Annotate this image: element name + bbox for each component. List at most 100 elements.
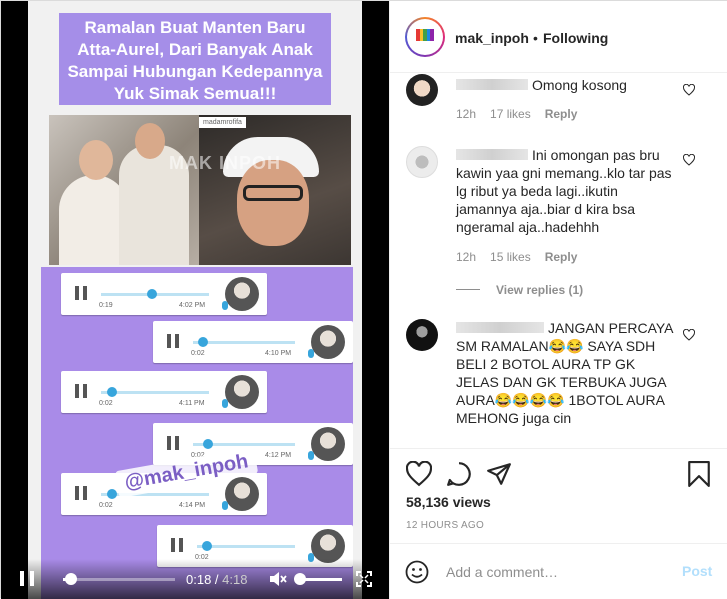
avatar <box>311 529 345 563</box>
comment-likes[interactable]: 15 likes <box>490 250 531 264</box>
mic-icon <box>308 349 314 358</box>
voice-note-knob <box>106 387 117 397</box>
comment-icon[interactable] <box>446 461 472 487</box>
comment-meta: 12h 17 likes Reply <box>456 107 591 121</box>
bookmark-icon[interactable] <box>686 461 712 487</box>
caption-line: Yuk Simak Semua!!! <box>113 84 277 103</box>
volume-handle[interactable] <box>294 573 306 585</box>
heart-icon[interactable] <box>683 84 695 96</box>
volume-slider[interactable] <box>294 573 342 585</box>
reply-button[interactable]: Reply <box>545 107 578 121</box>
couple-photo: madamrofifa MAK INPOH <box>49 115 351 265</box>
time-separator: / <box>211 572 223 587</box>
voice-note-bubble: 0:02 4:11 PM <box>61 371 267 413</box>
header-username[interactable]: mak_inpoh <box>455 30 529 46</box>
avatar <box>225 277 259 311</box>
total-time: 4:18 <box>222 572 248 587</box>
seek-handle[interactable] <box>64 573 77 585</box>
pause-icon <box>167 334 179 348</box>
voice-note-track <box>193 341 295 344</box>
voice-note-knob <box>106 489 117 499</box>
post-video[interactable]: Ramalan Buat Manten Baru Atta-Aurel, Dar… <box>1 1 389 599</box>
commenter-username[interactable] <box>456 149 528 160</box>
wedding-photo <box>49 115 199 265</box>
post-comment-button[interactable]: Post <box>682 563 712 579</box>
voice-note-track <box>101 493 209 496</box>
mic-icon <box>222 301 228 310</box>
voice-note-bubble: 0:19 4:02 PM <box>61 273 267 315</box>
photo-watermark: MAK INPOH <box>169 153 281 173</box>
post-sidebar: mak_inpoh • Following Omong kosong 12h 17… <box>389 1 727 599</box>
heart-icon[interactable] <box>683 329 695 341</box>
pause-icon <box>75 384 87 398</box>
post-header: mak_inpoh • Following <box>390 1 727 73</box>
comment-text: JANGAN PERCAYA SM RAMALAN😂😂 SAYA SDH BEL… <box>456 320 673 426</box>
comments-list[interactable]: Omong kosong 12h 17 likes Reply Ini omonga… <box>390 74 727 448</box>
tv-logo-icon <box>416 29 434 41</box>
voice-note-knob <box>201 541 212 551</box>
pause-icon[interactable] <box>20 571 34 586</box>
voice-note-duration: 0:19 <box>99 302 113 309</box>
header-dot: • <box>533 30 538 46</box>
comment-input[interactable] <box>446 560 666 584</box>
voice-note-duration: 0:02 <box>99 502 113 509</box>
pause-icon <box>75 486 87 500</box>
video-time: 0:18 / 4:18 <box>186 572 247 587</box>
avatar <box>225 375 259 409</box>
share-icon[interactable] <box>486 461 512 487</box>
avatar <box>311 325 345 359</box>
voice-note-track <box>101 391 209 394</box>
voice-note-chat: 0:19 4:02 PM 0:02 4:10 PM 0:02 4:11 PM 0:02 4:1… <box>41 267 353 599</box>
view-count[interactable]: 58,136 views <box>406 494 491 510</box>
emoji-icon[interactable] <box>405 560 429 584</box>
comment-age: 12h <box>456 250 477 264</box>
heart-icon[interactable] <box>683 154 695 166</box>
voice-note-time: 4:10 PM <box>265 350 292 357</box>
voice-note-bubble: 0:02 4:10 PM <box>153 321 353 363</box>
post-actions: 58,136 views 12 HOURS AGO <box>390 448 727 543</box>
voice-note-knob <box>198 337 209 347</box>
commenter-username[interactable] <box>456 322 544 333</box>
commenter-avatar[interactable] <box>406 146 438 178</box>
voice-note-knob <box>146 289 157 299</box>
video-frame: Ramalan Buat Manten Baru Atta-Aurel, Dar… <box>28 1 362 599</box>
mic-icon <box>222 501 228 510</box>
heart-icon[interactable] <box>406 461 432 487</box>
mic-icon <box>222 399 228 408</box>
commenter-avatar[interactable] <box>406 74 438 106</box>
voice-note-duration: 0:02 <box>191 350 205 357</box>
comment-meta: 12h 15 likes Reply <box>456 250 591 264</box>
seek-bar[interactable] <box>63 573 175 585</box>
voice-note-time: 4:12 PM <box>265 452 292 459</box>
add-comment-bar: Post <box>390 543 727 599</box>
mute-icon[interactable] <box>269 571 287 587</box>
comment-age: 12h <box>456 107 477 121</box>
following-button[interactable]: Following <box>543 30 608 46</box>
voice-note-knob <box>203 439 214 449</box>
pause-icon <box>167 436 179 450</box>
comment-text: Omong kosong <box>456 76 676 94</box>
view-replies-button[interactable]: View replies (1) <box>456 283 583 297</box>
fullscreen-icon[interactable] <box>356 571 372 587</box>
pause-icon <box>171 538 183 552</box>
commenter-username[interactable] <box>456 79 528 90</box>
caption-line: Atta-Aurel, Dari Banyak Anak <box>77 40 313 59</box>
video-caption: Ramalan Buat Manten Baru Atta-Aurel, Dar… <box>59 13 331 105</box>
reply-button[interactable]: Reply <box>545 250 578 264</box>
caption-line: Ramalan Buat Manten Baru <box>84 18 306 37</box>
avatar[interactable] <box>405 17 445 57</box>
commenter-avatar[interactable] <box>406 319 438 351</box>
caption-line: Sampai Hubungan Kedepannya <box>67 62 323 81</box>
voice-note-time: 4:11 PM <box>179 400 205 407</box>
voice-note-time: 4:02 PM <box>179 302 206 309</box>
selfie-photo <box>199 115 351 265</box>
current-time: 0:18 <box>186 572 212 587</box>
pause-icon <box>75 286 87 300</box>
video-controls: 0:18 / 4:18 <box>1 559 389 599</box>
avatar <box>311 427 345 461</box>
voice-note-duration: 0:02 <box>99 400 113 407</box>
post-timestamp: 12 HOURS AGO <box>406 520 485 531</box>
voice-note-time: 4:14 PM <box>179 502 206 509</box>
comment-likes[interactable]: 17 likes <box>490 107 531 121</box>
mic-icon <box>308 451 314 460</box>
